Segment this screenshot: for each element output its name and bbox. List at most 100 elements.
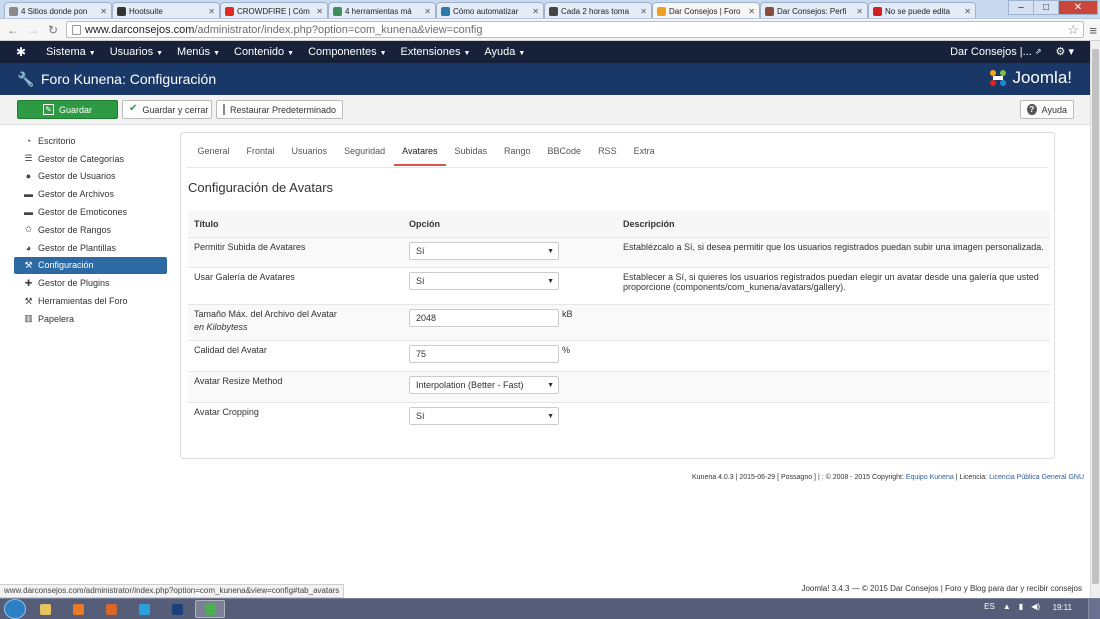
dashboard-icon: ◔ (25, 135, 32, 146)
restore-icon (223, 104, 225, 115)
sidebar-item[interactable]: ● Gestor de Usuarios (14, 168, 167, 186)
setting-select[interactable]: Interpolation (Better - Fast) ▼ (409, 375, 559, 394)
nav-menu-5[interactable]: Extensiones ▼ (401, 46, 471, 58)
taskbar-firefox-button[interactable] (96, 600, 126, 618)
config-tab[interactable]: General (189, 141, 238, 166)
browser-tab[interactable]: No se puede edita ✕ (868, 2, 976, 18)
taskbar-chrome-button[interactable] (195, 600, 225, 618)
reload-icon[interactable]: ↻ (46, 23, 60, 37)
start-button[interactable] (4, 599, 26, 619)
tab-close-icon[interactable]: ✕ (856, 7, 863, 16)
config-tab[interactable]: RSS (590, 141, 626, 166)
config-tab[interactable]: Frontal (238, 141, 283, 166)
table-row: Usar Galería de Avatares Sí ▼ Establecer a … (188, 266, 1050, 304)
clock[interactable]: 19:11 (1053, 603, 1072, 612)
browser-tab[interactable]: 4 Sitios donde pon ✕ (4, 2, 112, 18)
tab-close-icon[interactable]: ✕ (316, 7, 323, 16)
minimize-button[interactable]: – (1008, 0, 1034, 15)
palette-icon: ◕ (25, 242, 32, 253)
taskbar-photoshop-button[interactable] (162, 600, 192, 618)
sidebar-item[interactable]: ⚒ Configuración (14, 256, 167, 275)
tab-close-icon[interactable]: ✕ (424, 7, 431, 16)
nav-menu-0[interactable]: Sistema ▼ (46, 46, 96, 58)
help-icon: ? (1027, 104, 1037, 115)
taskbar-explorer-button[interactable] (30, 600, 60, 618)
browser-tab[interactable]: CROWDFIRE | Cóm ✕ (220, 2, 328, 18)
header-title: Título (188, 211, 403, 238)
sidebar-item[interactable]: ▬ Gestor de Archivos (14, 185, 167, 203)
setting-select[interactable]: Sí ▼ (409, 271, 559, 290)
sidebar-item[interactable]: ▥ Papelera (14, 310, 167, 328)
config-tab[interactable]: Seguridad (336, 141, 394, 166)
config-tab[interactable]: Subidas (446, 141, 496, 166)
back-icon[interactable]: ← (6, 23, 20, 37)
save-button[interactable]: ✎ Guardar (17, 100, 118, 119)
setting-select[interactable]: Sí ▼ (409, 406, 559, 425)
url-input[interactable]: www.darconsejos.com/administrator/index.… (66, 21, 1084, 38)
browser-tab[interactable]: Cómo automatizar ✕ (436, 2, 544, 18)
config-tab[interactable]: Extra (625, 141, 663, 166)
sidebar-item[interactable]: ▬ Gestor de Emoticones (14, 203, 167, 221)
nav-menu-3[interactable]: Contenido ▼ (234, 46, 294, 58)
maximize-button[interactable]: □ (1033, 0, 1059, 15)
config-tab[interactable]: Usuarios (283, 141, 336, 166)
taskbar-media-player-button[interactable] (63, 600, 93, 618)
tab-close-icon[interactable]: ✕ (100, 7, 107, 16)
star-icon: ✩ (24, 224, 33, 235)
bookmark-star-icon[interactable]: ☆ (1067, 22, 1079, 38)
sidebar-item[interactable]: ✚ Gestor de Plugins (14, 274, 167, 292)
volume-icon[interactable]: ◀) (1031, 602, 1040, 611)
config-tab[interactable]: Avatares (393, 141, 446, 166)
sidebar-item[interactable]: ✩ Gestor de Rangos (14, 221, 167, 239)
setting-description: Establecer a Sí, si quieres los usuarios… (617, 266, 1050, 304)
nav-menu-1[interactable]: Usuarios ▼ (110, 46, 163, 58)
scrollbar-thumb[interactable] (1092, 49, 1099, 584)
sidebar-item[interactable]: ☰ Gestor de Categorías (14, 150, 167, 168)
network-icon[interactable]: ▮ (1019, 602, 1023, 611)
tab-close-icon[interactable]: ✕ (532, 7, 539, 16)
browser-menu-icon[interactable]: ≡ (1089, 23, 1097, 38)
page-scrollbar[interactable] (1090, 41, 1100, 598)
tab-close-icon[interactable]: ✕ (640, 7, 647, 16)
browser-tab[interactable]: Hootsuite ✕ (112, 2, 220, 18)
restore-default-button[interactable]: Restaurar Predeterminado (216, 100, 343, 119)
language-indicator[interactable]: ES (984, 602, 995, 611)
tray-arrow-icon[interactable]: ▲ (1003, 602, 1011, 611)
setting-select[interactable]: Sí ▼ (409, 241, 559, 260)
forward-icon[interactable]: → (26, 23, 40, 37)
tab-close-icon[interactable]: ✕ (748, 7, 755, 16)
nav-menu-6[interactable]: Ayuda ▼ (484, 46, 525, 58)
tab-favicon-icon (333, 6, 342, 16)
nav-menu-label: Sistema (46, 46, 86, 58)
nav-menu-4[interactable]: Componentes ▼ (308, 46, 386, 58)
browser-tab[interactable]: Cada 2 horas toma ✕ (544, 2, 652, 18)
tab-close-icon[interactable]: ✕ (208, 7, 215, 16)
sidebar-item-label: Configuración (38, 260, 94, 271)
sidebar-item[interactable]: ⚒ Herramientas del Foro (14, 292, 167, 310)
sidebar-item[interactable]: ◔ Escritorio (14, 132, 167, 150)
help-label: Ayuda (1041, 104, 1067, 115)
config-tab[interactable]: Rango (496, 141, 540, 166)
gear-icon[interactable]: ⚙ ▾ (1056, 45, 1074, 58)
save-close-button[interactable]: ✔ Guardar y cerrar (122, 100, 212, 119)
explorer-icon (39, 603, 51, 615)
show-desktop-button[interactable] (1088, 599, 1100, 619)
tab-close-icon[interactable]: ✕ (964, 7, 971, 16)
kunena-team-link[interactable]: Equipo Kunena (906, 474, 954, 481)
joomla-logo-icon[interactable]: ✱ (16, 45, 32, 59)
nav-menu-2[interactable]: Menús ▼ (177, 46, 220, 58)
license-link[interactable]: Licencia Pública General GNU (989, 474, 1084, 481)
config-tab[interactable]: BBCode (539, 141, 590, 166)
taskbar-skype-button[interactable] (129, 600, 159, 618)
browser-tab[interactable]: Dar Consejos | Foro ✕ (652, 2, 760, 18)
site-link[interactable]: Dar Consejos |... (950, 46, 1032, 58)
browser-tab[interactable]: Dar Consejos: Perfi ✕ (760, 2, 868, 18)
sidebar-item[interactable]: ◕ Gestor de Plantillas (14, 239, 167, 257)
close-window-button[interactable]: ✕ (1058, 0, 1098, 15)
media-player-icon (72, 603, 84, 615)
setting-input[interactable]: 75 (409, 344, 559, 363)
help-button[interactable]: ? Ayuda (1020, 100, 1074, 119)
setting-input[interactable]: 2048 (409, 308, 559, 327)
setting-description (617, 339, 1050, 371)
browser-tab[interactable]: 4 herramientas má ✕ (328, 2, 436, 18)
